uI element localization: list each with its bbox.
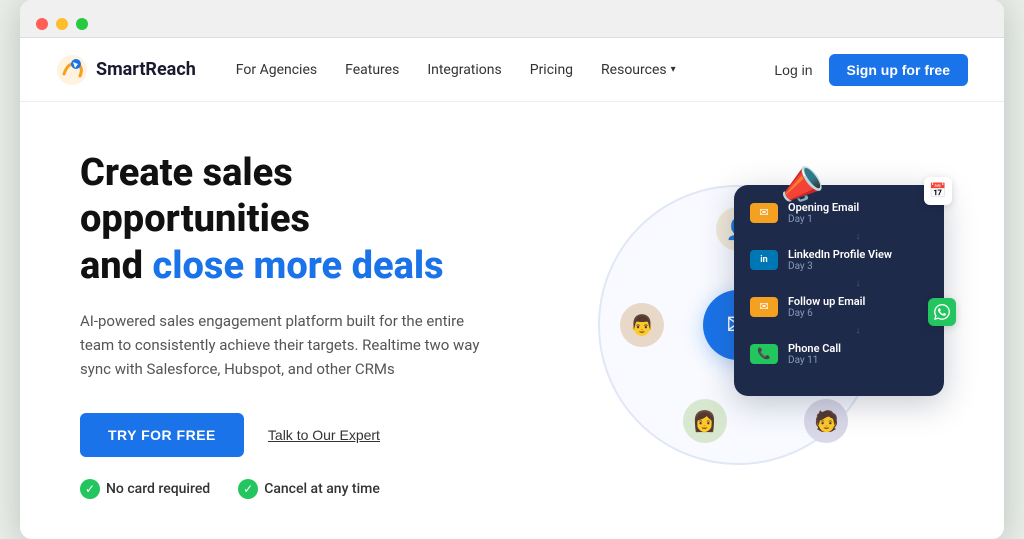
hero-badges: ✓ No card required ✓ Cancel at any time xyxy=(80,479,492,499)
nav-features[interactable]: Features xyxy=(345,62,399,78)
hero-actions: TRY FOR FREE Talk to Our Expert xyxy=(80,413,492,457)
page-content: SmartReach For Agencies Features Integra… xyxy=(20,38,1004,539)
logo[interactable]: SmartReach xyxy=(56,54,196,86)
signup-button[interactable]: Sign up for free xyxy=(829,54,968,86)
sequence-item-4: 📞 Phone Call Day 11 xyxy=(750,342,928,366)
talk-to-expert-button[interactable]: Talk to Our Expert xyxy=(268,427,380,443)
hero-illustration: 📣 👤 👨 👩 🧑 📅 xyxy=(532,155,944,495)
whatsapp-icon xyxy=(928,298,956,326)
logo-text: SmartReach xyxy=(96,59,196,80)
window-maximize-dot[interactable] xyxy=(76,18,88,30)
avatar-3: 👩 xyxy=(683,399,727,443)
check-icon-1: ✓ xyxy=(80,479,100,499)
login-button[interactable]: Log in xyxy=(774,62,812,78)
sequence-item-1: ✉ Opening Email Day 1 xyxy=(750,201,928,225)
no-card-badge: ✓ No card required xyxy=(80,479,210,499)
logo-icon xyxy=(56,54,88,86)
window-close-dot[interactable] xyxy=(36,18,48,30)
seq-arrow-1: ↓ xyxy=(750,231,928,242)
try-for-free-button[interactable]: TRY FOR FREE xyxy=(80,413,244,457)
hero-title: Create sales opportunities and close mor… xyxy=(80,150,492,289)
avatar-4: 🧑 xyxy=(804,399,848,443)
seq-arrow-3: ↓ xyxy=(750,325,928,336)
nav-actions: Log in Sign up for free xyxy=(774,54,968,86)
seq-arrow-2: ↓ xyxy=(750,278,928,289)
browser-chrome xyxy=(20,0,1004,38)
phone-icon: 📞 xyxy=(750,344,778,364)
calendar-icon: 📅 xyxy=(924,177,952,205)
avatar-2: 👨 xyxy=(620,303,664,347)
browser-window: SmartReach For Agencies Features Integra… xyxy=(20,0,1004,539)
navbar: SmartReach For Agencies Features Integra… xyxy=(20,38,1004,102)
sequence-card: 📅 ✉ Opening Email Day 1 ↓ in xyxy=(734,185,944,396)
check-icon-2: ✓ xyxy=(238,479,258,499)
sequence-item-2: in LinkedIn Profile View Day 3 xyxy=(750,248,928,272)
hero-title-highlight: close more deals xyxy=(152,244,443,288)
cancel-badge: ✓ Cancel at any time xyxy=(238,479,380,499)
nav-links: For Agencies Features Integrations Prici… xyxy=(236,62,775,78)
nav-resources[interactable]: Resources ▾ xyxy=(601,62,676,78)
nav-integrations[interactable]: Integrations xyxy=(427,62,501,78)
email-icon-1: ✉ xyxy=(750,203,778,223)
email-icon-2: ✉ xyxy=(750,297,778,317)
hero-section: Create sales opportunities and close mor… xyxy=(20,102,1004,539)
nav-pricing[interactable]: Pricing xyxy=(530,62,573,78)
sequence-item-3: ✉ Follow up Email Day 6 xyxy=(750,295,928,319)
linkedin-icon: in xyxy=(750,250,778,270)
hero-description: AI-powered sales engagement platform bui… xyxy=(80,309,480,381)
chevron-down-icon: ▾ xyxy=(671,64,676,75)
nav-for-agencies[interactable]: For Agencies xyxy=(236,62,317,78)
hero-left: Create sales opportunities and close mor… xyxy=(80,150,492,499)
window-minimize-dot[interactable] xyxy=(56,18,68,30)
